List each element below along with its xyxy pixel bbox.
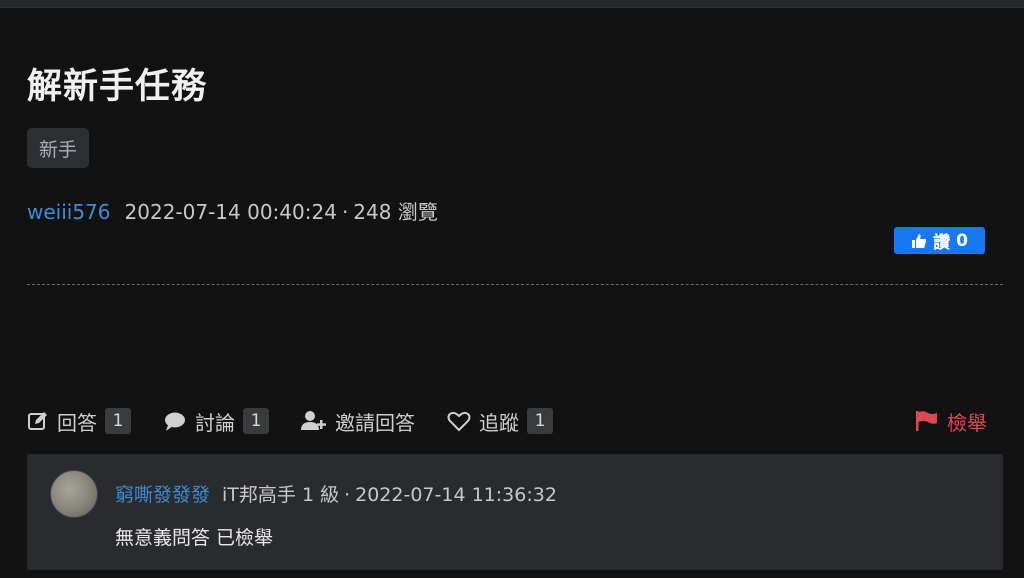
invite-action[interactable]: 邀請回答 bbox=[301, 407, 415, 436]
edit-icon bbox=[27, 410, 49, 432]
top-strip bbox=[0, 0, 1024, 8]
divider bbox=[27, 284, 1003, 285]
avatar[interactable] bbox=[50, 470, 98, 518]
flag-icon bbox=[915, 410, 939, 432]
discuss-action[interactable]: 討論 1 bbox=[163, 407, 269, 436]
action-bar: 回答 1 討論 1 邀請回答 追蹤 1 檢舉 bbox=[27, 406, 1003, 436]
user-plus-icon bbox=[301, 410, 327, 432]
question-meta: weiii576 2022-07-14 00:40:24 · 248 瀏覽 bbox=[27, 196, 438, 225]
invite-label: 邀請回答 bbox=[335, 410, 415, 435]
view-count: 248 瀏覽 bbox=[353, 200, 438, 224]
heart-icon bbox=[447, 410, 471, 432]
follow-count: 1 bbox=[527, 408, 553, 434]
comment-datetime: 2022-07-14 11:36:32 bbox=[355, 484, 557, 506]
thumbs-up-icon bbox=[911, 233, 927, 249]
like-count: 0 bbox=[956, 230, 968, 251]
comment-body: 無意義問答 已檢舉 bbox=[115, 527, 274, 549]
question-container: 解新手任務 新手 weiii576 2022-07-14 00:40:24 · … bbox=[0, 8, 1024, 578]
meta-separator: · bbox=[341, 200, 349, 224]
follow-action[interactable]: 追蹤 1 bbox=[447, 407, 553, 436]
report-label: 檢舉 bbox=[947, 410, 987, 435]
discuss-count: 1 bbox=[243, 408, 269, 434]
comment-meta: 窮嘶發發發 iT邦高手 1 級 · 2022-07-14 11:36:32 bbox=[115, 480, 557, 507]
post-datetime: 2022-07-14 00:40:24 bbox=[124, 200, 337, 224]
report-action[interactable]: 檢舉 bbox=[915, 407, 987, 436]
comment-item: 窮嘶發發發 iT邦高手 1 級 · 2022-07-14 11:36:32 無意… bbox=[27, 454, 1003, 570]
tag-chip[interactable]: 新手 bbox=[27, 128, 90, 168]
comment-separator: · bbox=[344, 484, 351, 506]
comment-icon bbox=[163, 410, 187, 432]
like-label: 讚 bbox=[933, 233, 951, 253]
answer-label: 回答 bbox=[57, 410, 97, 435]
answer-action[interactable]: 回答 1 bbox=[27, 407, 131, 436]
comment-author-rank: iT邦高手 1 級 bbox=[222, 484, 340, 506]
author-link[interactable]: weiii576 bbox=[27, 200, 111, 224]
follow-label: 追蹤 bbox=[479, 410, 519, 435]
discuss-label: 討論 bbox=[195, 410, 235, 435]
facebook-like-button[interactable]: 讚 0 bbox=[894, 227, 985, 254]
answer-count: 1 bbox=[105, 408, 131, 434]
question-title: 解新手任務 bbox=[27, 67, 208, 107]
comment-author-link[interactable]: 窮嘶發發發 bbox=[115, 480, 210, 507]
